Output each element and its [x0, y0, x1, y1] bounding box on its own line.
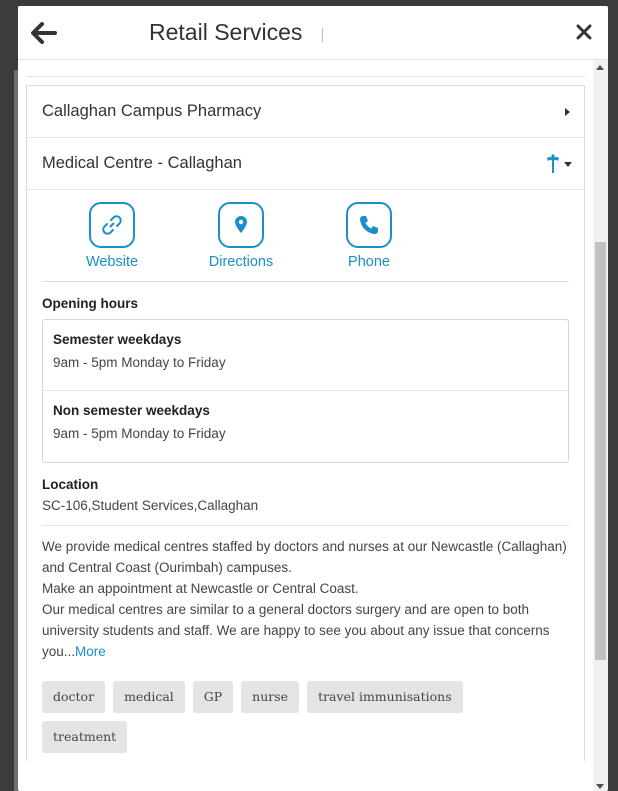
- opening-hours-heading: Opening hours: [42, 296, 138, 311]
- hours-text: 9am - 5pm Monday to Friday: [53, 355, 226, 370]
- medical-centre-details: Website Directions Phone Opening hours S…: [27, 190, 584, 761]
- close-icon: [576, 24, 592, 40]
- close-button[interactable]: [572, 20, 596, 44]
- action-buttons: Website Directions Phone: [42, 190, 569, 282]
- scroll-down-arrow-icon[interactable]: [596, 784, 604, 789]
- description: We provide medical centres staffed by do…: [42, 536, 569, 662]
- back-button[interactable]: [28, 18, 60, 48]
- dialog-title: Retail Services: [149, 19, 303, 45]
- directions-icon-frame: [218, 202, 264, 248]
- hours-title: Non semester weekdays: [53, 403, 210, 418]
- medical-caduceus-icon: [547, 154, 559, 173]
- background-page-edge-right: [608, 0, 618, 791]
- background-page-edge: [0, 0, 18, 791]
- opening-hours-box: Semester weekdays 9am - 5pm Monday to Fr…: [42, 319, 569, 463]
- caret-right-icon: [565, 108, 570, 116]
- list-item-label: Callaghan Campus Pharmacy: [42, 102, 262, 120]
- dialog-content: Callaghan Campus Pharmacy Medical Centre…: [18, 60, 593, 791]
- scroll-up-arrow-icon[interactable]: [596, 65, 604, 70]
- vertical-scrollbar[interactable]: [593, 60, 608, 791]
- hours-item: Non semester weekdays 9am - 5pm Monday t…: [43, 390, 568, 462]
- scrollbar-thumb[interactable]: [595, 242, 606, 660]
- hours-text: 9am - 5pm Monday to Friday: [53, 426, 226, 441]
- description-line: Our medical centres are similar to a gen…: [42, 599, 569, 662]
- location-heading: Location: [42, 477, 99, 492]
- website-button[interactable]: Website: [64, 202, 160, 270]
- hours-item: Semester weekdays 9am - 5pm Monday to Fr…: [43, 320, 568, 390]
- tag-travel-immunisations[interactable]: travel immunisations: [307, 681, 463, 713]
- list-item-callaghan-campus-pharmacy[interactable]: Callaghan Campus Pharmacy: [27, 86, 584, 138]
- phone-icon-frame: [346, 202, 392, 248]
- tag-list: doctor medical GP nurse travel immunisat…: [42, 681, 512, 761]
- description-line: Make an appointment at Newcastle or Cent…: [42, 581, 359, 596]
- link-icon: [102, 215, 122, 235]
- tag-gp[interactable]: GP: [192, 681, 234, 713]
- title-cursor-mark: [322, 28, 323, 42]
- website-label: Website: [85, 254, 139, 270]
- modal-backdrop: Retail Services Callaghan Campus Pharmac…: [0, 0, 618, 791]
- list-item-medical-centre-callaghan[interactable]: Medical Centre - Callaghan: [27, 138, 584, 190]
- phone-label: Phone: [348, 254, 390, 270]
- dialog-header: Retail Services: [18, 6, 608, 60]
- directions-label: Directions: [208, 254, 274, 270]
- phone-icon: [360, 216, 378, 234]
- description-line: We provide medical centres staffed by do…: [42, 539, 567, 575]
- tag-medical[interactable]: medical: [113, 681, 185, 713]
- location-pin-icon: [235, 216, 247, 233]
- list-item-label: Medical Centre - Callaghan: [42, 154, 242, 172]
- arrow-left-icon: [31, 22, 57, 44]
- hours-title: Semester weekdays: [53, 332, 182, 347]
- tag-doctor[interactable]: doctor: [42, 681, 106, 713]
- service-list: Callaghan Campus Pharmacy Medical Centre…: [26, 85, 585, 761]
- directions-button[interactable]: Directions: [193, 202, 289, 270]
- phone-button[interactable]: Phone: [321, 202, 417, 270]
- caret-down-icon: [564, 162, 572, 167]
- tag-treatment[interactable]: treatment: [42, 721, 128, 753]
- tag-nurse[interactable]: nurse: [241, 681, 300, 713]
- location-text: SC-106,Student Services,Callaghan: [42, 498, 569, 526]
- retail-services-dialog: Retail Services Callaghan Campus Pharmac…: [18, 6, 608, 791]
- divider: [26, 76, 585, 77]
- description-text: Our medical centres are similar to a gen…: [42, 602, 550, 659]
- website-icon-frame: [89, 202, 135, 248]
- more-link[interactable]: More: [75, 644, 106, 659]
